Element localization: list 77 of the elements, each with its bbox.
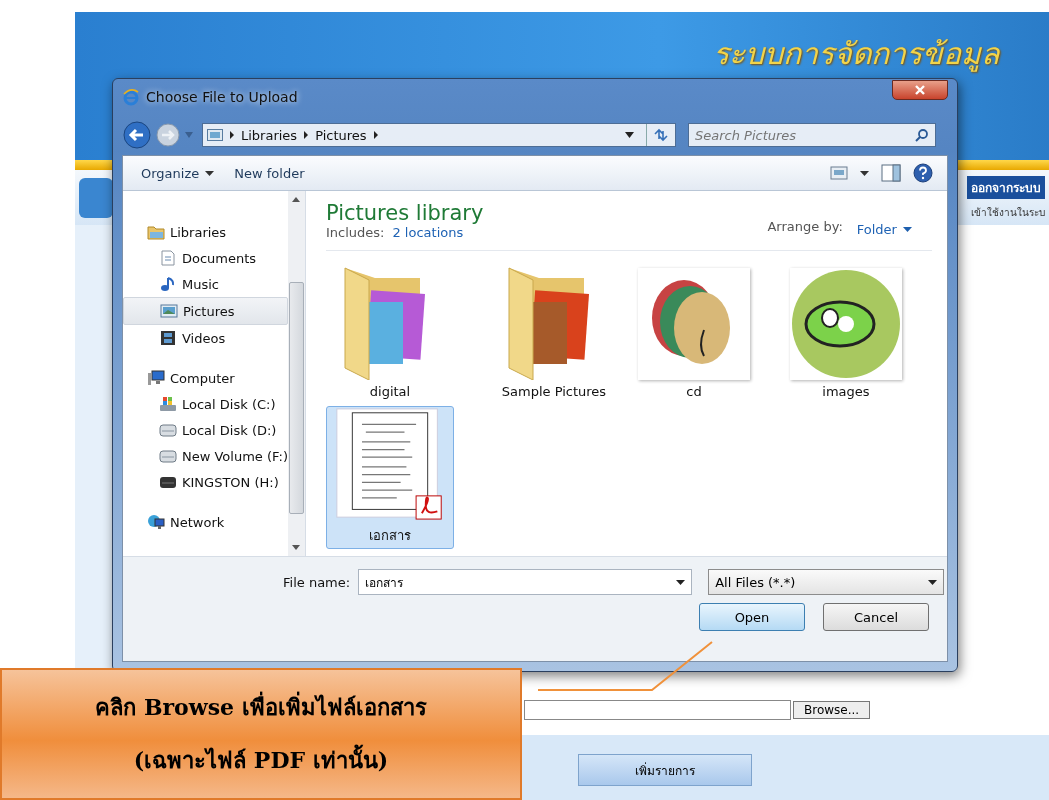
- scroll-up-icon[interactable]: [292, 197, 301, 202]
- pictures-icon: [160, 303, 178, 319]
- library-icon: [147, 224, 165, 240]
- file-name: digital: [369, 384, 411, 399]
- documents-icon: [159, 250, 177, 266]
- browse-button[interactable]: Browse...: [793, 701, 871, 719]
- file-name-label: File name:: [283, 574, 351, 590]
- chevron-icon: [372, 131, 379, 139]
- refresh-icon: [653, 128, 669, 142]
- file-item[interactable]: digital: [325, 259, 454, 402]
- close-icon: [914, 85, 926, 95]
- nav-item[interactable]: Documents: [123, 245, 288, 271]
- nav-item[interactable]: Network: [123, 509, 288, 535]
- drive-icon: [159, 422, 177, 438]
- nav-item[interactable]: KINGSTON (H:): [123, 469, 288, 495]
- file-name: Sample Pictures: [501, 384, 607, 399]
- arrange-label: Arrange by:: [767, 219, 843, 236]
- breadcrumb-item[interactable]: Pictures: [315, 127, 367, 143]
- search-field[interactable]: Search Pictures: [688, 123, 936, 147]
- arrange-dropdown[interactable]: Folder: [856, 219, 912, 240]
- file-type-dropdown[interactable]: All Files (*.*): [708, 569, 945, 595]
- toolbar-button[interactable]: New folder: [230, 163, 309, 183]
- network-icon: [147, 514, 165, 530]
- callout-text: คลิก Browse เพื่อเพิ่มไฟล์เอกสาร: [95, 690, 427, 725]
- file-item[interactable]: cd: [629, 259, 758, 402]
- nav-item[interactable]: New Volume (F:): [123, 443, 288, 469]
- user-note: เข้าใช้งานในระบ: [971, 205, 1045, 220]
- toolbar-button[interactable]: Organize: [137, 163, 219, 183]
- includes-label: Includes:: [325, 225, 385, 240]
- nav-item[interactable]: Music: [123, 271, 288, 297]
- address-bar[interactable]: Libraries Pictures: [202, 123, 676, 147]
- help-icon[interactable]: [913, 163, 933, 183]
- window-title: Choose File to Upload: [146, 89, 299, 105]
- file-item[interactable]: เอกสาร: [325, 406, 454, 549]
- file-input[interactable]: [524, 700, 791, 720]
- scroll-down-icon[interactable]: [292, 545, 301, 550]
- caret-icon: [902, 227, 912, 232]
- pictures-icon: [207, 129, 223, 141]
- drive-icon: [159, 448, 177, 464]
- back-button[interactable]: [122, 120, 152, 150]
- caret-icon[interactable]: [625, 132, 634, 138]
- system-drive-icon: [159, 396, 177, 412]
- site-title: ระบบการจัดการข้อมูล: [713, 35, 999, 74]
- computer-icon: [147, 370, 165, 386]
- breadcrumb-item[interactable]: Libraries: [241, 127, 298, 143]
- usb-drive-icon: [159, 474, 177, 490]
- nav-item[interactable]: Pictures: [123, 297, 288, 325]
- file-item[interactable]: Sample Pictures: [489, 259, 618, 402]
- music-icon: [159, 276, 177, 292]
- browser-icon: [122, 88, 140, 106]
- cancel-button[interactable]: Cancel: [823, 603, 929, 631]
- nav-item[interactable]: Local Disk (D:): [123, 417, 288, 443]
- scrollbar[interactable]: [287, 191, 305, 556]
- chevron-icon: [229, 131, 235, 139]
- add-item-button[interactable]: เพิ่มรายการ: [578, 754, 752, 786]
- close-button[interactable]: [892, 80, 948, 100]
- logout-link[interactable]: ออกจากระบบ: [967, 175, 1045, 199]
- nav-item[interactable]: Computer: [123, 365, 288, 391]
- nav-item[interactable]: Local Disk (C:): [123, 391, 288, 417]
- videos-icon: [159, 330, 177, 346]
- file-name: images: [822, 384, 870, 399]
- nav-item[interactable]: Videos: [123, 325, 288, 351]
- file-name: cd: [686, 384, 702, 399]
- file-name-field[interactable]: เอกสาร: [358, 569, 693, 595]
- file-item[interactable]: images: [781, 259, 910, 402]
- file-name: เอกสาร: [368, 527, 411, 545]
- search-icon[interactable]: [915, 128, 929, 142]
- library-title: Pictures library: [325, 201, 484, 225]
- chevron-icon: [303, 131, 310, 139]
- preview-pane-icon[interactable]: [881, 164, 901, 182]
- locations-link[interactable]: 2 locations: [392, 225, 464, 240]
- caret-icon: [928, 579, 938, 585]
- home-button[interactable]: [79, 177, 113, 218]
- callout-text: (เฉพาะไฟล์ PDF เท่านั้น): [133, 743, 389, 778]
- open-button[interactable]: Open: [699, 603, 805, 631]
- nav-item[interactable]: Libraries: [123, 219, 288, 245]
- caret-icon: [676, 579, 686, 585]
